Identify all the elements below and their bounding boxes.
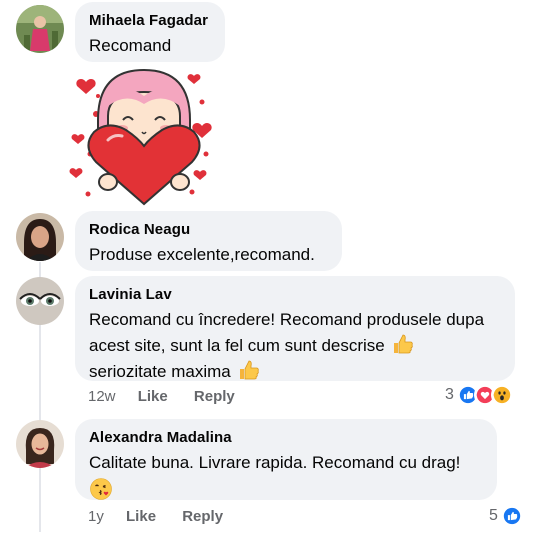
reaction-summary[interactable]: 5 xyxy=(489,505,523,527)
avatar[interactable] xyxy=(16,420,64,468)
comment-text-line: acest site, sunt la fel cum sunt descris… xyxy=(89,332,501,358)
thumbs-up-emoji-icon xyxy=(394,334,414,354)
reaction-count: 5 xyxy=(489,507,498,524)
comment-text: Produse excelente,recomand. xyxy=(89,245,315,264)
reply-button[interactable]: Reply xyxy=(182,508,223,525)
reaction-summary[interactable]: 3 xyxy=(445,384,513,406)
avatar-photo-woman-dark-hair-icon xyxy=(16,213,64,261)
wow-reaction-icon xyxy=(490,384,513,406)
comment-emoji-line xyxy=(89,477,483,503)
reply-button[interactable]: Reply xyxy=(194,388,235,405)
comment-actions: 1y Like Reply xyxy=(88,508,245,525)
avatar[interactable] xyxy=(16,277,64,325)
avatar[interactable] xyxy=(16,213,64,261)
comment-timestamp[interactable]: 1y xyxy=(88,508,104,525)
comment-bubble: Alexandra Madalina Calitate buna. Livrar… xyxy=(75,419,497,500)
kissing-face-emoji-icon xyxy=(90,478,112,500)
comment-text: Calitate buna. Livrare rapida. Recomand … xyxy=(89,453,461,472)
comment-author[interactable]: Alexandra Madalina xyxy=(89,429,483,446)
comment-text-line: acest site, sunt la fel cum sunt descris… xyxy=(89,336,385,355)
avatar[interactable] xyxy=(16,5,64,53)
reaction-count: 3 xyxy=(445,386,454,403)
like-button[interactable]: Like xyxy=(126,508,156,525)
comment-bubble: Lavinia Lav Recomand cu încredere! Recom… xyxy=(75,276,515,381)
comment-actions: 12w Like Reply xyxy=(88,388,257,405)
avatar-photo-eyes-closeup-icon xyxy=(16,277,64,325)
comment-bubble: Mihaela Fagadar Recomand xyxy=(75,2,225,62)
girl-hugging-heart-sticker-icon xyxy=(69,68,212,206)
like-reaction-icon xyxy=(500,505,523,527)
comment-text-line: Recomand cu încredere! Recomand produsel… xyxy=(89,307,501,332)
comment-text: Recomand xyxy=(89,36,172,55)
like-button[interactable]: Like xyxy=(138,388,168,405)
comment-text-line: seriozitate maxima xyxy=(89,362,231,381)
comment-timestamp[interactable]: 12w xyxy=(88,388,116,405)
comment-author[interactable]: Rodica Neagu xyxy=(89,221,328,238)
comment-text-line: Recomand cu încredere! Recomand produsel… xyxy=(89,310,485,329)
comment-text-line: seriozitate maxima xyxy=(89,358,501,384)
avatar-photo-child-outdoor-icon xyxy=(16,5,64,53)
comment-author[interactable]: Mihaela Fagadar xyxy=(89,12,211,29)
comment-author[interactable]: Lavinia Lav xyxy=(89,286,501,303)
comment-bubble: Rodica Neagu Produse excelente,recomand. xyxy=(75,211,342,271)
avatar-photo-woman-smiling-icon xyxy=(16,420,64,468)
thumbs-up-emoji-icon xyxy=(240,360,260,380)
